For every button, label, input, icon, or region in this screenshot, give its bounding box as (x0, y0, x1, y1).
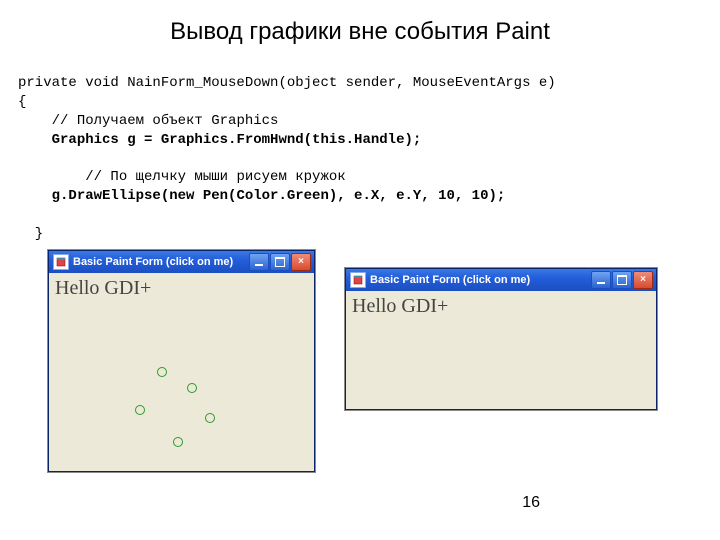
titlebar[interactable]: Basic Paint Form (click on me) × (346, 269, 656, 291)
app-icon (350, 272, 366, 288)
gdi-text: Hello GDI+ (49, 273, 314, 304)
window-right: Basic Paint Form (click on me) × Hello G… (345, 268, 657, 410)
client-area[interactable]: Hello GDI+ (346, 291, 656, 409)
close-button[interactable]: × (291, 253, 311, 271)
window-buttons: × (249, 253, 311, 271)
window-caption: Basic Paint Form (click on me) (73, 256, 249, 268)
code-indent (18, 132, 52, 148)
code-comment: // По щелчку мыши рисуем кружок (85, 169, 345, 185)
minimize-button[interactable] (249, 253, 269, 271)
code-block: private void NainForm_MouseDown(object s… (18, 74, 720, 244)
window-caption: Basic Paint Form (click on me) (370, 274, 591, 286)
window-left: Basic Paint Form (click on me) × Hello G… (48, 250, 315, 472)
code-comment: // Получаем объект Graphics (52, 113, 279, 129)
minimize-button[interactable] (591, 271, 611, 289)
maximize-button[interactable] (270, 253, 290, 271)
code-bold: g.DrawEllipse(new Pen(Color.Green), e.X,… (52, 188, 506, 204)
client-area[interactable]: Hello GDI+ (49, 273, 314, 471)
drawn-circle (135, 405, 145, 415)
code-bold: Graphics g = Graphics.FromHwnd(this.Hand… (52, 132, 422, 148)
gdi-text: Hello GDI+ (346, 291, 656, 322)
windows-area: Basic Paint Form (click on me) × Hello G… (0, 250, 720, 500)
titlebar[interactable]: Basic Paint Form (click on me) × (49, 251, 314, 273)
slide-title: Вывод графики вне события Paint (0, 0, 720, 46)
code-line: { (18, 94, 26, 110)
window-buttons: × (591, 271, 653, 289)
maximize-button[interactable] (612, 271, 632, 289)
code-indent (18, 113, 52, 129)
app-icon (53, 254, 69, 270)
page-number: 16 (522, 494, 540, 512)
code-line: } (18, 226, 43, 242)
code-indent (18, 188, 52, 204)
drawn-circle (173, 437, 183, 447)
drawn-circle (205, 413, 215, 423)
code-indent (18, 169, 85, 185)
drawn-circle (157, 367, 167, 377)
code-line: private void NainForm_MouseDown(object s… (18, 75, 556, 91)
close-button[interactable]: × (633, 271, 653, 289)
drawn-circle (187, 383, 197, 393)
